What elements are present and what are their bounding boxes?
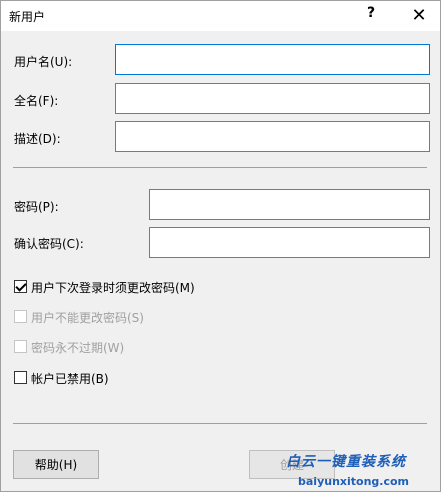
separator-bottom bbox=[13, 423, 427, 424]
confirm-password-input[interactable] bbox=[149, 227, 430, 258]
password-label: 密码(P): bbox=[14, 200, 59, 214]
watermark-line2: baiyunxitong.com bbox=[298, 475, 410, 488]
password-never-expires-label: 密码永不过期(W) bbox=[31, 341, 125, 355]
username-label: 用户名(U): bbox=[14, 55, 73, 69]
cannot-change-password-checkbox bbox=[14, 310, 27, 323]
checkmark-icon bbox=[15, 280, 27, 292]
close-icon[interactable]: ✕ bbox=[404, 1, 434, 29]
watermark-line1: 白云一键重装系统 bbox=[286, 454, 406, 470]
help-icon[interactable]: ? bbox=[367, 5, 375, 21]
fullname-input[interactable] bbox=[115, 83, 430, 114]
window-title: 新用户 bbox=[9, 10, 46, 24]
description-input[interactable] bbox=[115, 121, 430, 152]
must-change-password-checkbox[interactable] bbox=[14, 280, 27, 293]
separator-top bbox=[13, 167, 427, 168]
help-button[interactable]: 帮助(H) bbox=[13, 450, 99, 479]
password-never-expires-checkbox bbox=[14, 340, 27, 353]
fullname-label: 全名(F): bbox=[14, 94, 59, 108]
must-change-password-label: 用户下次登录时须更改密码(M) bbox=[31, 281, 195, 295]
description-label: 描述(D): bbox=[14, 132, 61, 146]
account-disabled-label: 帐户已禁用(B) bbox=[31, 372, 109, 386]
cannot-change-password-label: 用户不能更改密码(S) bbox=[31, 311, 144, 325]
watermark-logo: 白云一键重装系统 baiyunxitong.com bbox=[286, 451, 436, 491]
account-disabled-checkbox[interactable] bbox=[14, 371, 27, 384]
confirm-password-label: 确认密码(C): bbox=[14, 237, 84, 251]
username-input[interactable] bbox=[115, 44, 430, 75]
title-bar: 新用户 ? ✕ bbox=[0, 0, 441, 31]
password-input[interactable] bbox=[149, 189, 430, 220]
